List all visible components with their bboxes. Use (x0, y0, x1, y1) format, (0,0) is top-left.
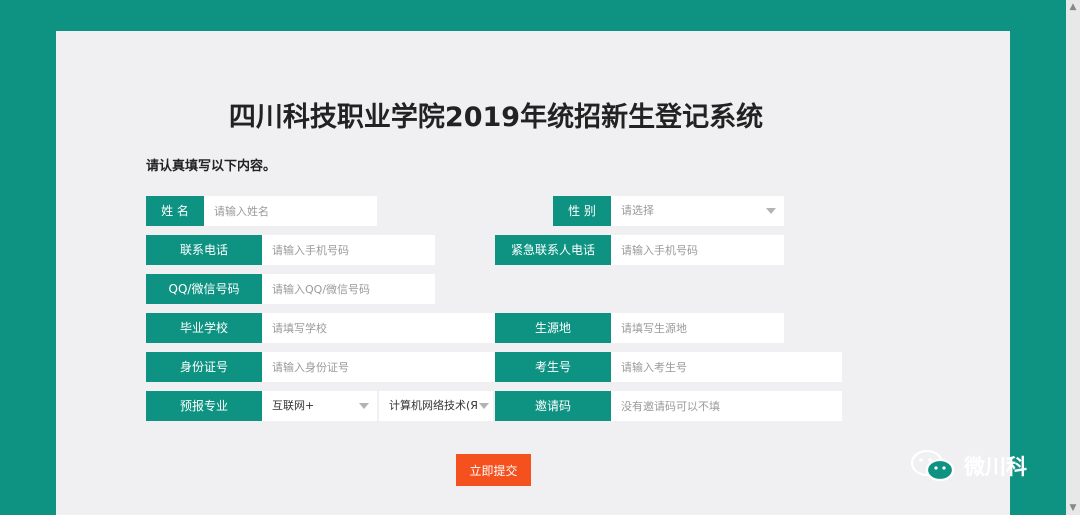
name-label: 姓 名 (146, 196, 204, 226)
major-category-select[interactable]: 互联网+ (262, 391, 377, 421)
phone-label: 联系电话 (146, 235, 262, 265)
page-title: 四川科技职业学院2019年统招新生登记系统 (228, 102, 764, 133)
watermark: 微川科 (910, 448, 1027, 484)
qq-wechat-input[interactable] (262, 274, 435, 304)
wechat-icon (910, 449, 955, 482)
scroll-up-arrow-icon[interactable]: ▲ (1068, 2, 1078, 12)
id-number-label: 身份证号 (146, 352, 262, 382)
major-specialty-select[interactable]: 计算机网络技术(Я (379, 391, 493, 421)
chevron-down-icon (766, 208, 776, 214)
major-specialty-value: 计算机网络技术(Я (389, 399, 478, 412)
chevron-down-icon (359, 403, 369, 409)
chevron-down-icon (479, 403, 489, 409)
gender-label: 性 别 (553, 196, 611, 226)
emergency-phone-input[interactable] (611, 235, 784, 265)
scroll-down-arrow-icon[interactable]: ▼ (1068, 503, 1078, 513)
exam-number-label: 考生号 (495, 352, 611, 382)
emergency-phone-label: 紧急联系人电话 (495, 235, 611, 265)
major-category-value: 互联网+ (272, 399, 315, 412)
exam-number-input[interactable] (611, 352, 842, 382)
school-label: 毕业学校 (146, 313, 262, 343)
gender-select[interactable]: 请选择 (611, 196, 784, 226)
instruction-text: 请认真填写以下内容。 (146, 159, 277, 174)
gender-select-value: 请选择 (621, 204, 654, 217)
origin-input[interactable] (611, 313, 784, 343)
qq-wechat-label: QQ/微信号码 (146, 274, 262, 304)
scrollbar[interactable] (1066, 0, 1080, 515)
phone-input[interactable] (262, 235, 435, 265)
submit-button[interactable]: 立即提交 (456, 454, 531, 486)
major-label: 预报专业 (146, 391, 262, 421)
invite-code-label: 邀请码 (495, 391, 611, 421)
form-panel: 四川科技职业学院2019年统招新生登记系统 请认真填写以下内容。 姓 名 性 别… (56, 31, 1010, 515)
invite-code-input[interactable] (611, 391, 842, 421)
name-input[interactable] (204, 196, 377, 226)
origin-label: 生源地 (495, 313, 611, 343)
school-input[interactable] (262, 313, 495, 343)
id-number-input[interactable] (262, 352, 495, 382)
watermark-text: 微川科 (964, 455, 1027, 479)
